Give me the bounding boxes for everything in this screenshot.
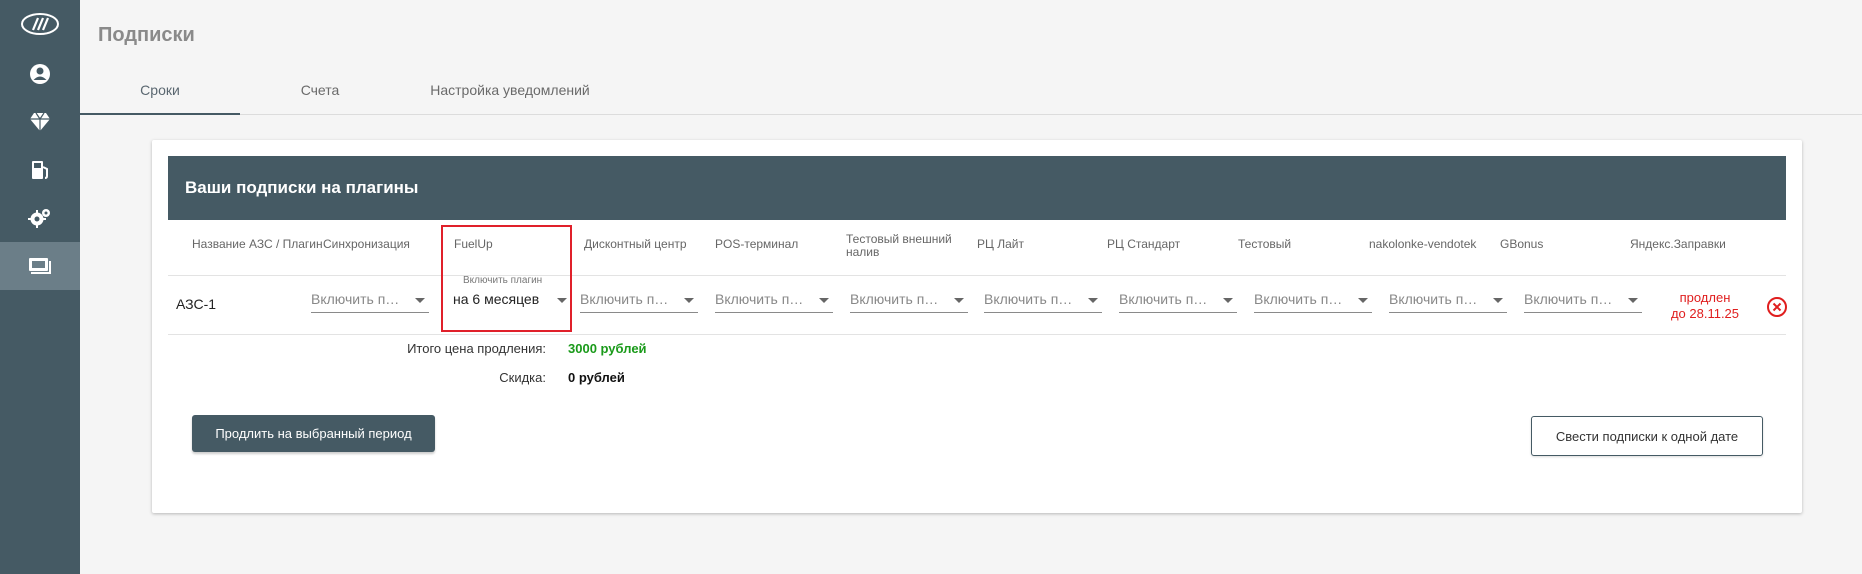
plugin-select[interactable]: Включить плагин [580,277,698,313]
select-underline [984,312,1102,313]
tab-invoices[interactable]: Счета [240,66,400,114]
column-header-plugin: nakolonke-vendotek [1369,237,1477,251]
select-underline [715,312,833,313]
plugin-select[interactable]: Включить плагин [984,277,1102,313]
diamond-icon[interactable] [0,98,80,146]
select-value: Включить плагин [1389,291,1485,307]
plugin-select[interactable]: Включить плагин [1254,277,1372,313]
select-value: Включить плагин [984,291,1080,307]
select-underline [850,312,968,313]
column-header-plugin: Тестовый внешний налив [846,232,952,259]
select-underline [311,312,429,313]
column-header-plugin: GBonus [1500,237,1544,251]
select-underline [1524,312,1642,313]
subscriptions-card: Ваши подписки на плагины Название АЗС / … [152,140,1802,513]
settings-icon[interactable] [0,194,80,242]
discount-label: Скидка: [499,370,546,385]
column-header-plugin: РЦ Стандарт [1107,237,1181,251]
chevron-down-icon [1088,298,1098,303]
tab-notification-settings[interactable]: Настройка уведомлений [400,66,620,114]
row-divider [168,275,1786,276]
select-value: Включить плагин [850,291,946,307]
top-bar: Подписки Сроки Счета Настройка уведомлен… [80,0,1862,115]
plugin-select[interactable]: Включить плагин [311,277,429,313]
card-title: Ваши подписки на плагины [185,178,419,197]
column-header-plugin: Тестовый [1238,237,1292,251]
card-header: Ваши подписки на плагины [168,156,1786,220]
column-header-plugin: РЦ Лайт [977,237,1024,251]
total-price-value: 3000 рублей [568,341,647,356]
select-value: Включить плагин [1119,291,1215,307]
row-divider [168,334,1786,335]
plugin-select[interactable]: Включить плагин [1119,277,1237,313]
select-value: Включить плагин [580,291,676,307]
select-underline [1389,312,1507,313]
select-underline [1119,312,1237,313]
fuel-station-icon[interactable] [0,146,80,194]
column-header-plugin: Яндекс.Заправки [1630,237,1726,251]
close-circle-icon[interactable] [1766,296,1788,323]
subscriptions-icon[interactable] [0,242,80,290]
plugin-select[interactable]: Включить плагин [1524,277,1642,313]
sidebar [0,0,80,574]
chevron-down-icon [684,298,694,303]
chevron-down-icon [415,298,425,303]
plugin-select[interactable]: Включить плагин [715,277,833,313]
chevron-down-icon [819,298,829,303]
chevron-down-icon [1493,298,1503,303]
tab-terms[interactable]: Сроки [80,66,240,115]
select-value: Включить плагин [1524,291,1620,307]
select-value: Включить плагин [1254,291,1350,307]
chevron-down-icon [1223,298,1233,303]
logo-icon[interactable] [0,0,80,48]
status-badge: продлен до 28.11.25 [1660,290,1750,322]
plugin-select[interactable]: Включить плагин [850,277,968,313]
column-header-plugin: POS-терминал [715,237,799,251]
select-underline [1254,312,1372,313]
status-line: продлен [1679,290,1731,305]
chevron-down-icon [1358,298,1368,303]
chevron-down-icon [954,298,964,303]
select-value: Включить плагин [715,291,811,307]
highlight-box [441,225,572,332]
plugin-select[interactable]: Включить плагин [1389,277,1507,313]
total-price-label: Итого цена продления: [407,341,546,356]
select-underline [580,312,698,313]
column-header-plugin: Дисконтный центр [584,237,687,251]
tab-bar: Сроки Счета Настройка уведомлений [80,66,620,115]
discount-value: 0 рублей [568,370,625,385]
chevron-down-icon [1628,298,1638,303]
column-header-station: Название АЗС / Плагин [192,237,323,251]
select-value: Включить плагин [311,291,407,307]
station-name: АЗС-1 [176,296,217,312]
user-icon[interactable] [0,50,80,98]
page-title: Подписки [98,24,195,46]
column-header-plugin: Синхронизация [323,237,410,251]
status-line: до 28.11.25 [1670,306,1740,321]
align-dates-button[interactable]: Свести подписки к одной дате [1531,416,1763,456]
extend-period-button[interactable]: Продлить на выбранный период [192,415,435,452]
